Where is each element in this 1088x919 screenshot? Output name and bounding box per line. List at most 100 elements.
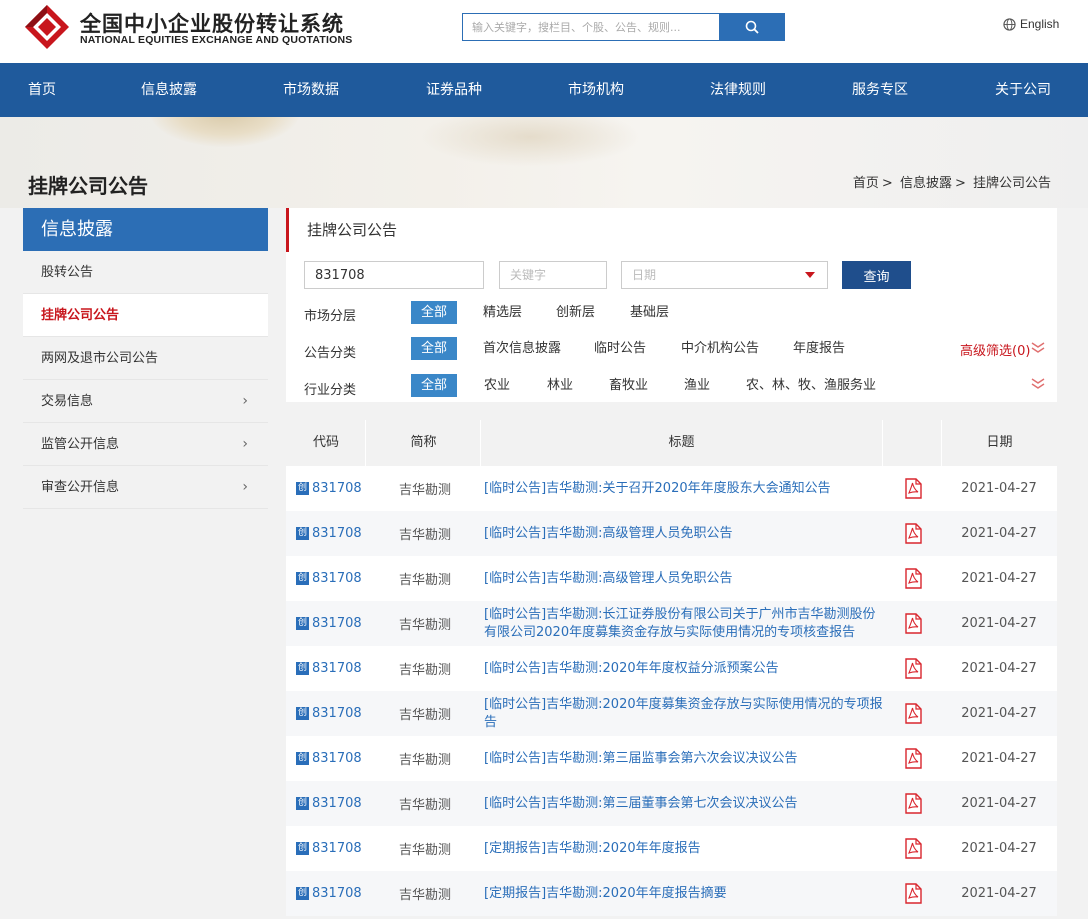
nav-item-services[interactable]: 服务专区 <box>852 63 908 117</box>
announcement-title-link[interactable]: [定期报告]吉华勘测:2020年年度报告 <box>484 826 884 871</box>
page-banner: 挂牌公司公告 首页 > 信息披露 > 挂牌公司公告 <box>0 117 1088 208</box>
nav-item-about[interactable]: 关于公司 <box>995 63 1051 117</box>
category-first-disclosure[interactable]: 首次信息披露 <box>473 337 571 360</box>
nav-item-rules[interactable]: 法律规则 <box>710 63 766 117</box>
table-row: 创 831708 吉华勘测 [临时公告]吉华勘测:2020年年度权益分派预案公告… <box>286 646 1057 691</box>
sidebar-item-delisted-announcements[interactable]: 两网及退市公司公告 <box>23 337 268 380</box>
pdf-download[interactable] <box>902 556 924 601</box>
announcement-date: 2021-04-27 <box>961 886 1037 901</box>
industry-label: 行业分类 <box>304 383 357 398</box>
announcement-title-link[interactable]: [临时公告]吉华勘测:2020年度募集资金存放与实际使用情况的专项报告 <box>484 691 884 736</box>
logo-title-en[interactable]: NATIONAL EQUITIES EXCHANGE AND QUOTATION… <box>80 34 352 46</box>
category-interim[interactable]: 临时公告 <box>584 337 656 360</box>
pdf-download[interactable] <box>902 466 924 511</box>
category-annual-report[interactable]: 年度报告 <box>783 337 855 360</box>
pdf-download[interactable] <box>902 871 924 916</box>
date-picker[interactable] <box>621 261 828 289</box>
breadcrumb-disclosure[interactable]: 信息披露 <box>900 176 952 191</box>
stock-code-link[interactable]: 创 831708 <box>296 466 362 511</box>
stock-code-link[interactable]: 创 831708 <box>296 691 362 736</box>
double-chevron-down-icon[interactable] <box>1031 378 1045 390</box>
page-title: 挂牌公司公告 <box>28 174 148 198</box>
pdf-download[interactable] <box>902 601 924 646</box>
stock-short-name: 吉华勘测 <box>398 708 451 723</box>
market-tier-all[interactable]: 全部 <box>411 301 458 324</box>
pdf-download[interactable] <box>902 691 924 736</box>
logo-icon[interactable] <box>24 4 70 50</box>
innovation-tier-badge: 创 <box>296 617 309 630</box>
market-tier-basic[interactable]: 基础层 <box>620 301 679 324</box>
announcement-title-link[interactable]: [临时公告]吉华勘测:关于召开2020年年度股东大会通知公告 <box>484 466 884 511</box>
announcement-date: 2021-04-27 <box>961 481 1037 496</box>
site-search-input[interactable] <box>462 13 720 41</box>
industry-livestock[interactable]: 畜牧业 <box>599 374 658 397</box>
advanced-filter-link[interactable]: 高级筛选(0) <box>960 340 1030 359</box>
column-header-file <box>883 420 942 466</box>
category-intermediary[interactable]: 中介机构公告 <box>671 337 769 360</box>
double-chevron-down-icon[interactable] <box>1031 342 1045 354</box>
site-search-button[interactable] <box>719 13 785 41</box>
stock-code: 831708 <box>312 571 362 586</box>
table-header: 代码 简称 标题 日期 <box>286 420 1057 466</box>
pdf-download[interactable] <box>902 646 924 691</box>
nav-item-home[interactable]: 首页 <box>28 63 56 117</box>
market-tier-innovation[interactable]: 创新层 <box>546 301 605 324</box>
pdf-download[interactable] <box>902 826 924 871</box>
sidebar-item-label: 股转公告 <box>41 265 94 280</box>
stock-code-link[interactable]: 创 831708 <box>296 511 362 556</box>
stock-code-link[interactable]: 创 831708 <box>296 736 362 781</box>
announcement-title-link[interactable]: [临时公告]吉华勘测:高级管理人员免职公告 <box>484 511 884 556</box>
sidebar-item-neeq-announcements[interactable]: 股转公告 <box>23 251 268 294</box>
stock-code: 831708 <box>312 841 362 856</box>
announcement-title-link[interactable]: [临时公告]吉华勘测:2020年年度权益分派预案公告 <box>484 646 884 691</box>
innovation-tier-badge: 创 <box>296 482 309 495</box>
announcement-title-link[interactable]: [临时公告]吉华勘测:第三届监事会第六次会议决议公告 <box>484 736 884 781</box>
category-all[interactable]: 全部 <box>411 337 458 360</box>
caret-down-icon[interactable] <box>805 272 815 278</box>
chevron-right-icon: › <box>242 479 248 495</box>
stock-code-link[interactable]: 创 831708 <box>296 871 362 916</box>
nav-item-securities[interactable]: 证券品种 <box>426 63 482 117</box>
sidebar-item-regulatory-info[interactable]: 监管公开信息 › <box>23 423 268 466</box>
code-input[interactable] <box>304 261 484 289</box>
market-tier-select[interactable]: 精选层 <box>473 301 532 324</box>
announcement-title-link[interactable]: [临时公告]吉华勘测:高级管理人员免职公告 <box>484 556 884 601</box>
stock-code-link[interactable]: 创 831708 <box>296 646 362 691</box>
stock-code-link[interactable]: 创 831708 <box>296 826 362 871</box>
pdf-download[interactable] <box>902 781 924 826</box>
announcement-title-link[interactable]: [临时公告]吉华勘测:长江证券股份有限公司关于广州市吉华勘测股份有限公司2020… <box>484 601 884 646</box>
innovation-tier-badge: 创 <box>296 572 309 585</box>
language-switch[interactable]: English <box>1003 17 1059 31</box>
breadcrumb: 首页 > 信息披露 > 挂牌公司公告 <box>852 176 1051 191</box>
query-button[interactable]: 查询 <box>842 261 911 289</box>
pdf-icon <box>904 748 922 769</box>
announcement-title-link[interactable]: [临时公告]吉华勘测:第三届董事会第七次会议决议公告 <box>484 781 884 826</box>
stock-code-link[interactable]: 创 831708 <box>296 556 362 601</box>
nav-item-disclosure[interactable]: 信息披露 <box>141 63 197 117</box>
site-header: 全国中小企业股份转让系统 NATIONAL EQUITIES EXCHANGE … <box>0 0 1088 63</box>
industry-fishery[interactable]: 渔业 <box>674 374 720 397</box>
sidebar-item-trading-info[interactable]: 交易信息 › <box>23 380 268 423</box>
stock-short-name: 吉华勘测 <box>398 888 451 903</box>
announcement-date: 2021-04-27 <box>961 526 1037 541</box>
announcement-date: 2021-04-27 <box>961 616 1037 631</box>
sidebar-item-review-info[interactable]: 审查公开信息 › <box>23 466 268 509</box>
nav-item-market-data[interactable]: 市场数据 <box>283 63 339 117</box>
stock-code: 831708 <box>312 886 362 901</box>
industry-forestry[interactable]: 林业 <box>537 374 583 397</box>
stock-code-link[interactable]: 创 831708 <box>296 601 362 646</box>
sidebar-item-listed-company-announcements[interactable]: 挂牌公司公告 <box>23 294 268 337</box>
column-header-date: 日期 <box>986 435 1013 450</box>
pdf-download[interactable] <box>902 511 924 556</box>
pdf-icon <box>904 838 922 859</box>
stock-code-link[interactable]: 创 831708 <box>296 781 362 826</box>
pdf-icon <box>904 478 922 499</box>
announcement-title-link[interactable]: [定期报告]吉华勘测:2020年年度报告摘要 <box>484 871 884 916</box>
keyword-input[interactable] <box>499 261 607 289</box>
breadcrumb-home[interactable]: 首页 <box>853 176 879 191</box>
nav-item-institutions[interactable]: 市场机构 <box>568 63 624 117</box>
pdf-download[interactable] <box>902 736 924 781</box>
industry-all[interactable]: 全部 <box>411 374 458 397</box>
industry-services[interactable]: 农、林、牧、渔服务业 <box>736 374 886 397</box>
industry-agriculture[interactable]: 农业 <box>474 374 520 397</box>
